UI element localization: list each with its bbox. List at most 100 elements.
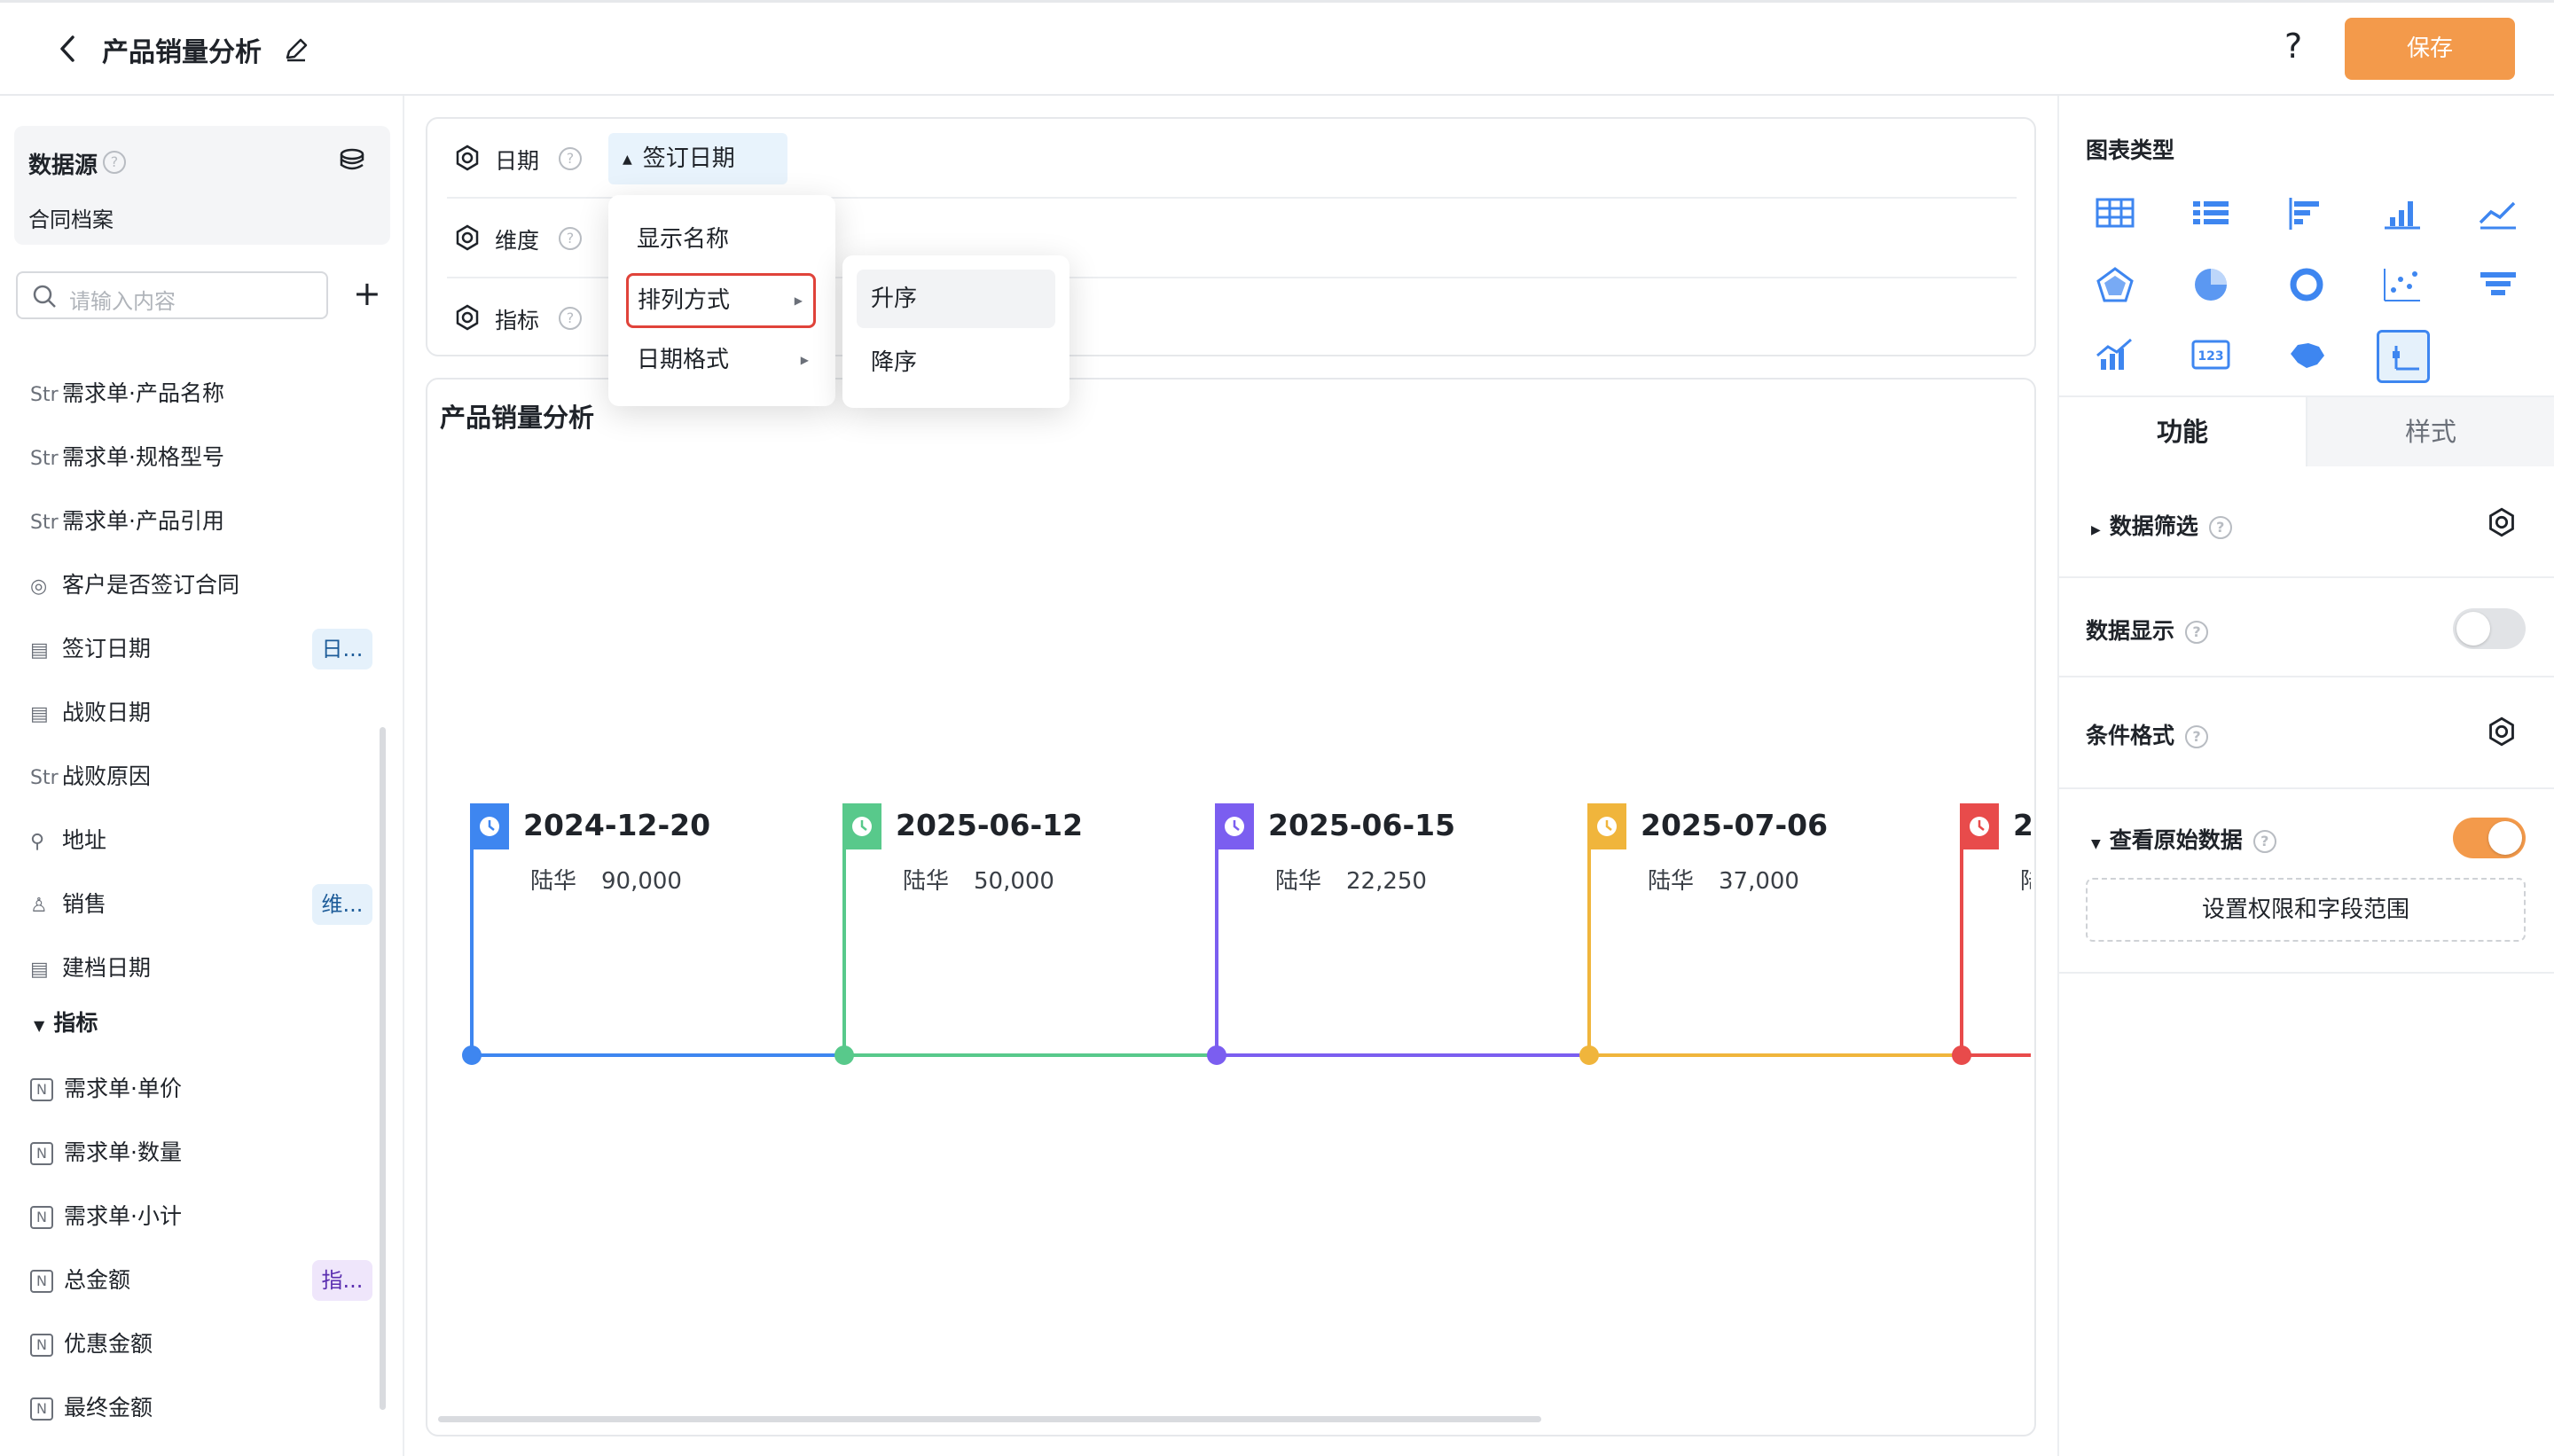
menu-item-label: 显示名称 bbox=[637, 226, 730, 253]
set-permission-button[interactable]: 设置权限和字段范围 bbox=[2086, 878, 2526, 942]
field-type-icon: ♙ bbox=[30, 895, 48, 917]
menu-item-label: 排列方式 bbox=[638, 287, 731, 314]
field-item[interactable]: ♙ 销售 bbox=[30, 887, 106, 922]
submenu-item-ascending[interactable]: 升序 bbox=[857, 270, 1055, 328]
tab-style[interactable]: 样式 bbox=[2306, 397, 2554, 466]
timeline-chart-icon[interactable] bbox=[2377, 330, 2430, 383]
timeline-chart: 2024-12-20 陆华 90,000 2025-06-12 陆华 50,000 2025… bbox=[462, 803, 2031, 1065]
right-divider bbox=[2059, 676, 2554, 677]
menu-item-label: 日期格式 bbox=[637, 347, 730, 373]
data-filter-gear-icon[interactable] bbox=[2487, 507, 2517, 537]
field-item[interactable]: ▤ 签订日期 bbox=[30, 631, 151, 667]
map-chart-icon[interactable] bbox=[2281, 330, 2334, 383]
menu-item-display-name[interactable]: 显示名称 bbox=[608, 213, 835, 266]
metric-usage-tag[interactable]: 指... bbox=[312, 1260, 372, 1301]
search-icon bbox=[33, 285, 56, 308]
radar-chart-icon[interactable] bbox=[2089, 259, 2143, 312]
help-icon[interactable]: ? bbox=[2284, 27, 2302, 66]
edit-title-icon[interactable] bbox=[282, 35, 310, 64]
line-chart-icon[interactable] bbox=[2472, 188, 2526, 241]
timeline-person: 陆华 bbox=[530, 868, 576, 895]
metric-item[interactable]: N 需求单·小计 bbox=[30, 1199, 182, 1234]
field-label: 地址 bbox=[62, 827, 107, 853]
tab-function[interactable]: 功能 bbox=[2059, 397, 2306, 466]
date-row-help-icon[interactable]: ? bbox=[559, 147, 582, 170]
datasource-help-icon[interactable]: ? bbox=[103, 151, 126, 174]
raw-data-label: 查看原始数据 bbox=[2109, 827, 2243, 853]
data-filter-row[interactable]: ▶ 数据筛选? bbox=[2091, 509, 2232, 541]
funnel-chart-icon[interactable] bbox=[2472, 259, 2526, 312]
field-item[interactable]: Str 需求单·产品名称 bbox=[30, 376, 224, 411]
field-label: 战败原因 bbox=[62, 763, 152, 789]
metric-item[interactable]: N 需求单·单价 bbox=[30, 1071, 182, 1107]
metric-item[interactable]: N 总金额 bbox=[30, 1263, 130, 1298]
metric-row-label: 指标 bbox=[495, 308, 540, 333]
date-row-gear-icon[interactable] bbox=[454, 145, 481, 171]
datasource-name: 合同档案 bbox=[28, 207, 114, 232]
date-field-menu: 显示名称 排列方式 ▶ 日期格式 ▶ bbox=[608, 195, 835, 406]
list-chart-icon[interactable] bbox=[2185, 188, 2238, 241]
field-item[interactable]: ◎ 客户是否签订合同 bbox=[30, 568, 239, 603]
database-icon[interactable] bbox=[339, 147, 369, 174]
data-display-toggle[interactable] bbox=[2453, 608, 2526, 649]
menu-item-sort-order[interactable]: 排列方式 ▶ bbox=[626, 273, 816, 328]
conditional-format-gear-icon[interactable] bbox=[2487, 716, 2517, 747]
pie-chart-icon[interactable] bbox=[2185, 259, 2238, 312]
metric-item[interactable]: N 需求单·数量 bbox=[30, 1135, 182, 1170]
scatter-chart-icon[interactable] bbox=[2377, 259, 2430, 312]
field-usage-tag[interactable]: 维... bbox=[312, 884, 372, 925]
field-label: 客户是否签订合同 bbox=[62, 572, 240, 598]
metric-item[interactable]: N 最终金额 bbox=[30, 1390, 153, 1426]
donut-chart-icon[interactable] bbox=[2281, 259, 2334, 312]
chart-horizontal-scrollbar[interactable] bbox=[438, 1416, 1541, 1422]
back-icon[interactable] bbox=[55, 34, 80, 64]
table-chart-icon[interactable] bbox=[2089, 188, 2143, 241]
add-field-icon[interactable]: + bbox=[353, 277, 381, 310]
timeline-date: 2 bbox=[2013, 808, 2031, 842]
chart-type-title: 图表类型 bbox=[2086, 137, 2175, 163]
field-item[interactable]: ▤ 建档日期 bbox=[30, 951, 151, 986]
field-item[interactable]: ▤ 战败日期 bbox=[30, 695, 151, 731]
raw-data-help-icon[interactable]: ? bbox=[2252, 830, 2276, 853]
metrics-group-header[interactable]: ▼ 指标 bbox=[34, 1006, 98, 1037]
column-chart-icon[interactable] bbox=[2377, 188, 2430, 241]
combo-chart-icon[interactable] bbox=[2089, 330, 2143, 383]
bar-horizontal-chart-icon[interactable] bbox=[2281, 188, 2334, 241]
dimension-row-help-icon[interactable]: ? bbox=[559, 227, 582, 250]
data-display-help-icon[interactable]: ? bbox=[2185, 621, 2209, 644]
field-item[interactable]: Str 需求单·产品引用 bbox=[30, 504, 224, 539]
timeline-dot bbox=[834, 1045, 854, 1065]
timeline-dot bbox=[462, 1045, 482, 1065]
field-type-icon: ⚲ bbox=[30, 831, 45, 853]
left-scrollbar[interactable] bbox=[380, 727, 386, 1410]
dimension-row-gear-icon[interactable] bbox=[454, 224, 481, 251]
metric-label: 总金额 bbox=[64, 1267, 131, 1293]
top-header bbox=[0, 0, 2554, 96]
metric-type-icon: N bbox=[30, 1270, 53, 1293]
field-item[interactable]: Str 需求单·规格型号 bbox=[30, 440, 224, 475]
menu-item-date-format[interactable]: 日期格式 ▶ bbox=[608, 333, 835, 387]
timeline-dot bbox=[1207, 1045, 1226, 1065]
metric-row-help-icon[interactable]: ? bbox=[559, 307, 582, 330]
date-field-chip[interactable]: ▲ 签订日期 bbox=[608, 133, 787, 184]
conditional-format-help-icon[interactable]: ? bbox=[2185, 725, 2209, 748]
date-row-label: 日期 bbox=[495, 148, 540, 174]
field-type-icon: Str bbox=[30, 512, 59, 534]
data-display-row: 数据显示? bbox=[2086, 614, 2209, 646]
field-search-input[interactable]: 请输入内容 bbox=[16, 271, 328, 319]
field-usage-tag[interactable]: 日... bbox=[312, 629, 372, 669]
raw-data-toggle[interactable] bbox=[2453, 818, 2526, 858]
metric-item[interactable]: N 优惠金额 bbox=[30, 1327, 153, 1362]
field-item[interactable]: Str 战败原因 bbox=[30, 759, 151, 795]
metric-row-gear-icon[interactable] bbox=[454, 304, 481, 331]
submenu-item-descending[interactable]: 降序 bbox=[857, 333, 1055, 392]
timeline-value: 90,000 bbox=[601, 868, 682, 895]
timeline-person: 陆华 bbox=[1648, 868, 1694, 895]
data-filter-help-icon[interactable]: ? bbox=[2208, 516, 2232, 539]
field-item[interactable]: ⚲ 地址 bbox=[30, 823, 106, 858]
sort-order-submenu: 升序 降序 bbox=[842, 255, 1069, 408]
number-card-icon[interactable]: 123 bbox=[2185, 330, 2238, 383]
timeline-date: 2025-06-12 bbox=[896, 808, 1083, 842]
save-button[interactable]: 保存 bbox=[2345, 18, 2515, 80]
raw-data-row[interactable]: ▼ 查看原始数据? bbox=[2091, 823, 2276, 855]
